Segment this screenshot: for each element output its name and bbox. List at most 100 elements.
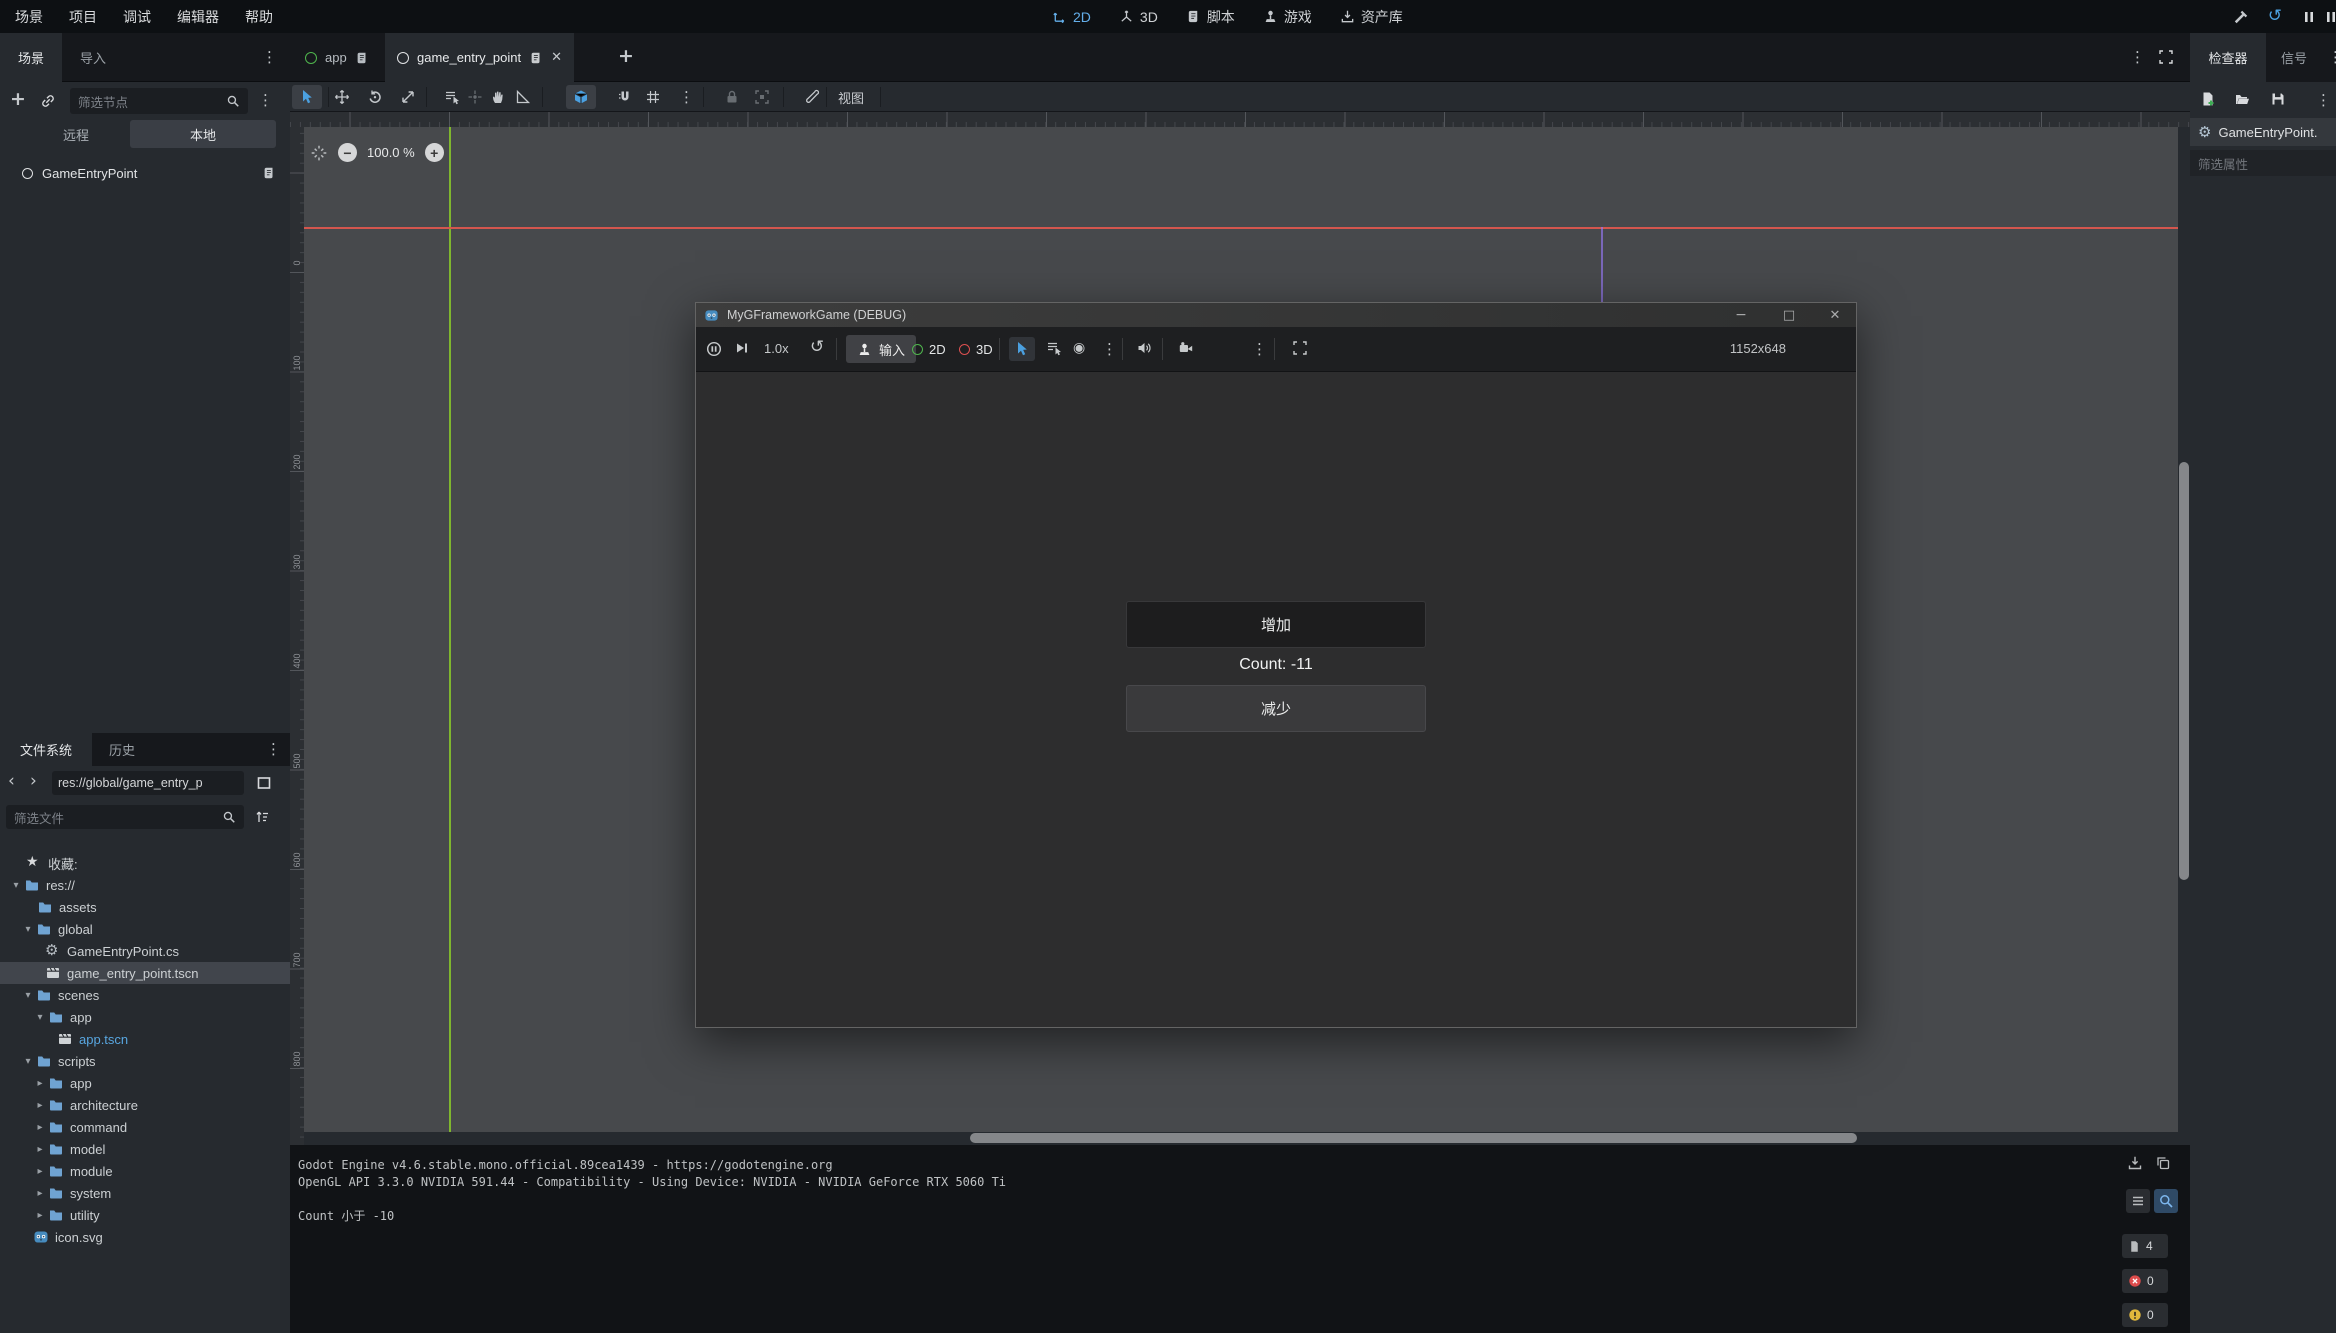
- file-tree-row[interactable]: 收藏:: [0, 852, 290, 874]
- new-resource-icon[interactable]: [2200, 91, 2216, 107]
- pause-button[interactable]: [2292, 0, 2326, 33]
- game-select-mode-button[interactable]: [1009, 337, 1035, 361]
- copy-log-icon[interactable]: [2151, 1151, 2175, 1175]
- build-button[interactable]: [2224, 0, 2258, 33]
- file-tree-row[interactable]: utility: [0, 1204, 290, 1226]
- game-menu-icon[interactable]: [1102, 342, 1117, 357]
- horizontal-scrollbar[interactable]: [970, 1133, 1857, 1143]
- filesystem-menu-icon[interactable]: [266, 742, 281, 757]
- reset-speed-icon[interactable]: [810, 339, 824, 356]
- tab-filesystem[interactable]: 文件系统: [0, 733, 92, 766]
- chevron-icon[interactable]: [32, 1078, 48, 1089]
- select-tool-button[interactable]: [292, 85, 322, 109]
- tab-signals[interactable]: 信号: [2266, 33, 2322, 82]
- close-button[interactable]: [1818, 303, 1852, 327]
- menu-item[interactable]: 调试: [110, 0, 164, 33]
- remote-button[interactable]: 远程: [28, 120, 124, 148]
- move-tool-icon[interactable]: [334, 89, 350, 105]
- file-tree-row[interactable]: model: [0, 1138, 290, 1160]
- input-mode-button[interactable]: 输入: [846, 335, 916, 363]
- scale-tool-icon[interactable]: [400, 89, 416, 105]
- context-tab[interactable]: 游戏: [1251, 0, 1324, 33]
- file-tree-row[interactable]: system: [0, 1182, 290, 1204]
- zoom-out-button[interactable]: −: [338, 143, 357, 162]
- menu-item[interactable]: 编辑器: [164, 0, 232, 33]
- scene-tree-root-node[interactable]: GameEntryPoint: [0, 160, 290, 186]
- save-resource-icon[interactable]: [2270, 91, 2286, 107]
- debug-3d-button[interactable]: 3D: [959, 337, 993, 361]
- smart-snap-toggle[interactable]: [566, 85, 596, 109]
- camera-options-icon[interactable]: [1252, 342, 1267, 357]
- game-list-select-icon[interactable]: [1046, 340, 1062, 356]
- tab-history[interactable]: 历史: [92, 733, 152, 766]
- maximize-button[interactable]: [1772, 303, 1806, 327]
- tabbar-menu-icon[interactable]: [2130, 50, 2145, 65]
- load-resource-icon[interactable]: [2234, 91, 2250, 107]
- speed-label[interactable]: 1.0x: [764, 341, 789, 356]
- list-select-tool-icon[interactable]: [444, 89, 460, 105]
- grid-snap-magnet-icon[interactable]: [617, 89, 633, 105]
- restart-button[interactable]: [2258, 0, 2292, 33]
- chevron-icon[interactable]: [32, 1166, 48, 1177]
- scene-tab-game-entry-point[interactable]: game_entry_point: [385, 33, 574, 82]
- chevron-icon[interactable]: [20, 1056, 36, 1067]
- new-scene-tab-button[interactable]: [618, 47, 634, 66]
- decrease-button[interactable]: 减少: [1126, 685, 1426, 732]
- close-tab-icon[interactable]: [551, 51, 562, 64]
- grid-toggle-icon[interactable]: [645, 89, 661, 105]
- menu-item[interactable]: 项目: [56, 0, 110, 33]
- lock-object-icon[interactable]: [724, 89, 740, 105]
- context-tab[interactable]: 2D: [1040, 0, 1103, 33]
- inspected-node-row[interactable]: GameEntryPoint.: [2190, 118, 2336, 146]
- save-log-icon[interactable]: [2123, 1151, 2147, 1175]
- rotate-tool-icon[interactable]: [367, 89, 383, 105]
- chevron-icon[interactable]: [32, 1012, 48, 1023]
- file-tree-row[interactable]: GameEntryPoint.cs: [0, 940, 290, 962]
- filter-nodes-input[interactable]: 筛选节点: [70, 88, 248, 114]
- tab-inspector[interactable]: 检查器: [2190, 33, 2266, 82]
- stop-button[interactable]: [2326, 0, 2336, 33]
- chevron-icon[interactable]: [32, 1122, 48, 1133]
- tab-scene-dock[interactable]: 场景: [0, 33, 62, 82]
- file-tree-row[interactable]: app: [0, 1006, 290, 1028]
- scene-dock-menu-icon[interactable]: [262, 50, 277, 65]
- context-tab[interactable]: 资产库: [1328, 0, 1415, 33]
- add-node-button[interactable]: [10, 90, 26, 109]
- split-mode-icon[interactable]: [256, 775, 272, 791]
- zoom-in-button[interactable]: +: [425, 143, 444, 162]
- group-object-icon[interactable]: [754, 89, 770, 105]
- chevron-icon[interactable]: [8, 880, 24, 891]
- messages-filter-badge[interactable]: 4: [2122, 1234, 2168, 1258]
- file-tree-row[interactable]: module: [0, 1160, 290, 1182]
- view-menu-button[interactable]: 视图: [838, 88, 864, 107]
- pan-tool-icon[interactable]: [490, 89, 506, 105]
- file-tree-row[interactable]: architecture: [0, 1094, 290, 1116]
- file-tree-row[interactable]: global: [0, 918, 290, 940]
- ruler-tool-icon[interactable]: [515, 89, 531, 105]
- file-tree-row[interactable]: app.tscn: [0, 1028, 290, 1050]
- camera-override-icon[interactable]: [1178, 340, 1194, 356]
- local-button[interactable]: 本地: [130, 120, 276, 148]
- tab-import-dock[interactable]: 导入: [62, 33, 124, 82]
- file-tree-row[interactable]: icon.svg: [0, 1226, 290, 1248]
- filter-properties-input[interactable]: 筛选属性: [2190, 150, 2336, 176]
- resource-menu-icon[interactable]: [2316, 93, 2331, 108]
- chevron-icon[interactable]: [32, 1144, 48, 1155]
- errors-filter-badge[interactable]: 0: [2122, 1269, 2168, 1293]
- file-tree-row[interactable]: scripts: [0, 1050, 290, 1072]
- vertical-scrollbar[interactable]: [2179, 462, 2189, 880]
- next-frame-icon[interactable]: [734, 340, 750, 356]
- pivot-tool-icon[interactable]: [467, 89, 483, 105]
- minimize-button[interactable]: [1724, 303, 1758, 327]
- menu-item[interactable]: 场景: [2, 0, 56, 33]
- collapse-duplicates-button[interactable]: [2126, 1189, 2150, 1213]
- sort-files-icon[interactable]: [254, 809, 270, 825]
- script-icon[interactable]: [262, 166, 276, 180]
- suspend-icon[interactable]: [705, 340, 723, 358]
- chevron-icon[interactable]: [32, 1210, 48, 1221]
- chevron-icon[interactable]: [20, 924, 36, 935]
- file-tree-row[interactable]: app: [0, 1072, 290, 1094]
- current-path-field[interactable]: res://global/game_entry_p: [52, 771, 244, 795]
- skeleton-options-icon[interactable]: [804, 89, 820, 105]
- increase-button[interactable]: 增加: [1126, 601, 1426, 648]
